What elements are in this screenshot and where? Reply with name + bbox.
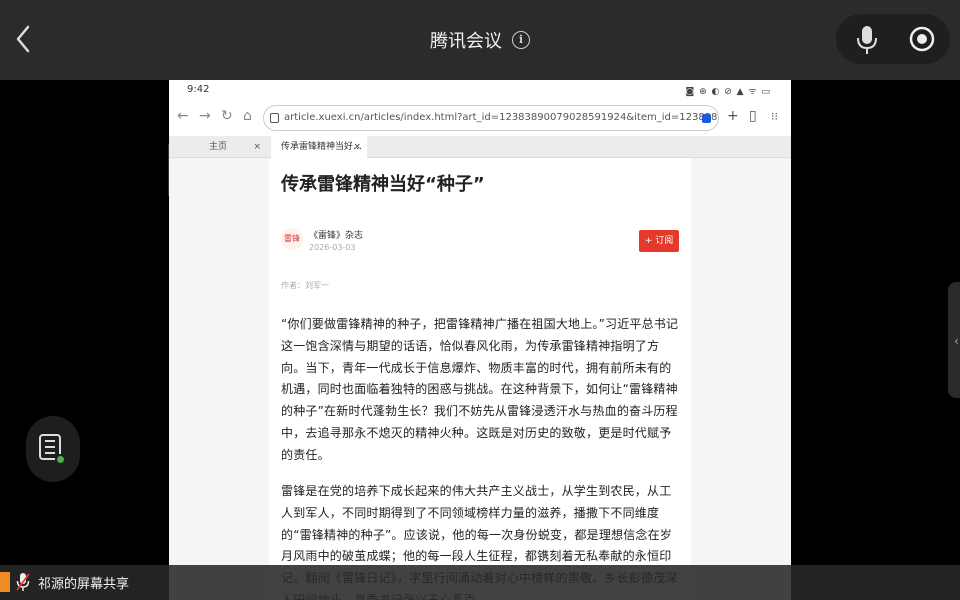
- forward-arrow-icon[interactable]: →: [199, 108, 211, 124]
- tab-home[interactable]: 主页 ×: [177, 136, 267, 158]
- chevron-left-icon: ‹: [954, 334, 959, 348]
- address-bar[interactable]: article.xuexi.cn/articles/index.html?art…: [263, 105, 719, 131]
- tab-bar: 主页 × 传承雷锋精神当好… ×: [169, 136, 791, 158]
- screen-share-label: 祁源的屏幕共享: [38, 577, 130, 592]
- article-source[interactable]: 《雷锋》杂志: [309, 228, 363, 241]
- tab-article[interactable]: 传承雷锋精神当好… ×: [271, 136, 367, 158]
- close-icon[interactable]: ×: [353, 136, 361, 158]
- lock-icon: [270, 113, 279, 123]
- article-author: 作者：刘军一: [281, 281, 329, 290]
- article-date: 2026-03-03: [309, 243, 356, 252]
- new-tab-icon[interactable]: +: [727, 108, 739, 124]
- back-arrow-icon[interactable]: ←: [177, 108, 189, 124]
- source-logo: 雷锋: [281, 228, 303, 250]
- record-icon[interactable]: [908, 24, 936, 54]
- share-indicator-icon: [0, 572, 10, 592]
- reload-icon[interactable]: ↻: [221, 108, 233, 124]
- home-icon[interactable]: ⌂: [243, 108, 252, 124]
- subscribe-button[interactable]: + 订阅: [639, 230, 679, 252]
- tab-label: 主页: [209, 142, 228, 152]
- more-icon[interactable]: ⁝⁝: [771, 110, 778, 123]
- right-drawer-handle[interactable]: ‹: [948, 282, 960, 398]
- title-area: 腾讯会议 i: [0, 0, 960, 80]
- muted-microphone-icon: [16, 572, 30, 592]
- browser-toolbar: ← → ↻ ⌂ article.xuexi.cn/articles/index.…: [169, 100, 791, 136]
- article-title: 传承雷锋精神当好“种子”: [281, 174, 485, 195]
- close-icon[interactable]: ×: [253, 136, 261, 158]
- article-paragraph: “你们要做雷锋精神的种子，把雷锋精神广播在祖国大地上。”习近平总书记这一饱含深情…: [281, 317, 679, 462]
- extension-icon[interactable]: [702, 114, 711, 123]
- tab-label: 传承雷锋精神当好…: [281, 142, 363, 152]
- screen-share-bar: [0, 565, 960, 600]
- meeting-title: 腾讯会议: [430, 31, 502, 52]
- status-time: 9:42: [187, 84, 210, 95]
- url-text: article.xuexi.cn/articles/index.html?art…: [284, 112, 718, 123]
- article-content: 传承雷锋精神当好“种子” 雷锋 《雷锋》杂志 2026-03-03 + 订阅 作…: [269, 158, 691, 600]
- active-indicator: [55, 454, 66, 465]
- sidebar-icon[interactable]: ▯: [749, 108, 757, 124]
- status-icons: ◙ ⊕ ◐ ⊘ ▲ ᯤ ▭: [685, 87, 771, 97]
- info-icon[interactable]: i: [512, 31, 530, 49]
- microphone-icon[interactable]: [855, 24, 879, 56]
- shared-screen: 9:42 ◙ ⊕ ◐ ⊘ ▲ ᯤ ▭ ← → ↻ ⌂ article.xuexi…: [169, 80, 791, 600]
- status-bar: 9:42 ◙ ⊕ ◐ ⊘ ▲ ᯤ ▭: [169, 80, 791, 100]
- notes-button[interactable]: [26, 416, 80, 482]
